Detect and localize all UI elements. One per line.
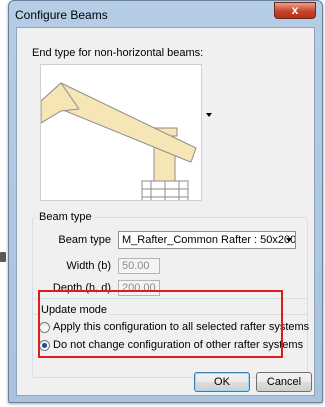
- width-label: Width (b): [66, 260, 111, 272]
- beam-type-label: Beam type: [58, 234, 111, 246]
- configure-beams-dialog: Configure Beams x End type for non-horiz…: [8, 0, 323, 403]
- end-type-label: End type for non-horizontal beams:: [32, 47, 204, 59]
- beam-type-dropdown[interactable]: M_Rafter_Common Rafter : 50x200: [118, 231, 296, 249]
- beam-type-group-label: Beam type: [37, 211, 94, 223]
- red-highlight-box: [38, 290, 283, 358]
- rafter-end-illustration: [41, 82, 197, 200]
- chevron-down-icon[interactable]: [206, 113, 212, 117]
- dialog-client-area: End type for non-horizontal beams: Beam …: [16, 27, 315, 396]
- beam-type-value: M_Rafter_Common Rafter : 50x200: [122, 234, 296, 246]
- title-bar[interactable]: Configure Beams x: [9, 1, 322, 27]
- chevron-down-icon: [286, 238, 292, 242]
- width-field[interactable]: 50.00: [118, 258, 160, 274]
- ok-button[interactable]: OK: [194, 372, 250, 392]
- close-button[interactable]: x: [274, 2, 316, 19]
- close-icon: x: [291, 3, 299, 17]
- cancel-button[interactable]: Cancel: [256, 372, 312, 392]
- dialog-title: Configure Beams: [15, 8, 108, 22]
- end-type-preview[interactable]: [40, 64, 202, 201]
- background-window-edge: [0, 252, 6, 262]
